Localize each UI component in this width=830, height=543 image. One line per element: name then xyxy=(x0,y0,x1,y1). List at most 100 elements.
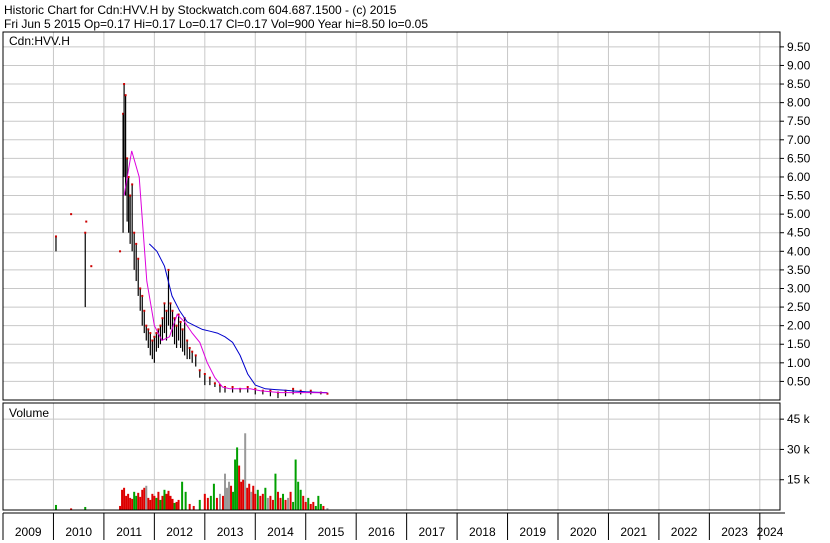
volume-bar xyxy=(279,497,282,510)
price-close-mark xyxy=(123,83,126,86)
x-axis-year-label: 2023 xyxy=(721,525,748,539)
price-close-mark xyxy=(194,354,197,357)
volume-bar xyxy=(135,495,138,510)
volume-bar xyxy=(261,493,264,510)
price-close-mark xyxy=(163,302,166,305)
x-axis-year-label: 2014 xyxy=(267,525,294,539)
volume-bar xyxy=(297,481,300,510)
volume-bar xyxy=(143,487,146,510)
volume-bar xyxy=(137,492,140,510)
volume-bar xyxy=(209,495,212,510)
volume-bar xyxy=(234,459,237,510)
volume-y-tick-label: 45 k xyxy=(787,412,811,426)
volume-bar xyxy=(133,491,136,510)
price-close-mark xyxy=(175,324,178,327)
price-y-tick-label: 1.00 xyxy=(787,356,811,370)
x-axis-year-label: 2022 xyxy=(671,525,698,539)
axis-labels: 0.50 1.00 1.50 2.00 2.50 3.00 3.50 4.00 4.50 5.00… xyxy=(9,34,811,539)
price-y-tick-label: 2.50 xyxy=(787,300,811,314)
price-y-tick-label: 3.50 xyxy=(787,263,811,277)
price-close-mark xyxy=(161,317,164,320)
price-close-mark xyxy=(129,194,132,197)
volume-bar xyxy=(302,495,305,510)
price-y-tick-label: 1.50 xyxy=(787,337,811,351)
price-y-tick-label: 2.00 xyxy=(787,319,811,333)
volume-bar xyxy=(149,499,152,510)
volume-bar xyxy=(165,493,168,510)
price-close-mark xyxy=(149,332,152,335)
price-close-mark xyxy=(208,376,211,379)
volume-bar xyxy=(259,495,262,510)
volume-bar xyxy=(304,501,307,510)
volume-bar xyxy=(250,491,253,510)
price-y-tick-label: 9.50 xyxy=(787,40,811,54)
volume-bar xyxy=(147,497,150,510)
volume-bar xyxy=(161,495,164,510)
price-close-mark xyxy=(135,242,138,245)
price-y-tick-label: 7.00 xyxy=(787,133,811,147)
price-panel-frame xyxy=(2,31,781,401)
volume-bar xyxy=(198,499,201,510)
volume-bar xyxy=(125,495,128,510)
price-close-mark xyxy=(181,328,184,331)
price-close-mark xyxy=(153,335,156,338)
price-y-tick-label: 8.00 xyxy=(787,96,811,110)
price-close-mark xyxy=(143,309,146,312)
volume-bar xyxy=(131,498,134,510)
price-y-tick-label: 3.00 xyxy=(787,281,811,295)
price-y-tick-label: 6.00 xyxy=(787,170,811,184)
price-close-mark xyxy=(231,385,234,388)
volume-bar xyxy=(184,491,187,510)
x-axis-year-label: 2009 xyxy=(15,525,42,539)
volume-bar xyxy=(173,502,176,510)
price-close-mark xyxy=(54,235,57,238)
price-close-mark xyxy=(145,324,148,327)
volume-bar xyxy=(292,501,295,510)
price-close-mark xyxy=(198,369,201,372)
volume-bar xyxy=(232,491,235,510)
x-axis-year-label: 2020 xyxy=(570,525,597,539)
x-axis-year-label: 2015 xyxy=(318,525,345,539)
price-close-mark xyxy=(159,324,162,327)
price-y-tick-label: 4.50 xyxy=(787,226,811,240)
volume-bar xyxy=(254,493,257,510)
volume-bar xyxy=(121,489,124,510)
volume-bar xyxy=(177,499,180,510)
volume-bar xyxy=(230,485,233,510)
price-close-mark xyxy=(155,332,158,335)
price-y-tick-label: 5.50 xyxy=(787,189,811,203)
volume-bar xyxy=(151,493,154,510)
grid-lines xyxy=(2,32,780,540)
volume-bar xyxy=(155,497,158,510)
x-axis-year-label: 2017 xyxy=(419,525,446,539)
volume-bar xyxy=(218,493,221,510)
price-close-mark xyxy=(191,350,194,353)
price-close-mark xyxy=(179,320,182,323)
volume-bar xyxy=(309,503,312,510)
volume-bar xyxy=(215,497,218,510)
chart-canvas: 0.50 1.00 1.50 2.00 2.50 3.00 3.50 4.00 4.50 5.00… xyxy=(2,31,811,540)
volume-bar xyxy=(119,505,122,510)
volume-bar xyxy=(141,489,144,510)
price-close-mark xyxy=(126,157,129,160)
price-y-tick-label: 0.50 xyxy=(787,374,811,388)
price-y-tick-label: 7.50 xyxy=(787,114,811,128)
volume-bar xyxy=(248,483,251,510)
volume-bar xyxy=(188,503,191,510)
price-close-mark xyxy=(213,382,216,385)
volume-bar xyxy=(153,495,156,510)
price-close-mark xyxy=(309,389,312,392)
volume-bar xyxy=(238,465,241,510)
price-close-mark xyxy=(84,231,87,234)
price-close-mark xyxy=(137,257,140,260)
volume-bar xyxy=(312,501,315,510)
price-y-tick-label: 5.00 xyxy=(787,207,811,221)
volume-bar xyxy=(282,493,285,510)
price-close-mark xyxy=(70,213,73,216)
volume-bar xyxy=(192,505,195,510)
volume-bar xyxy=(181,481,184,510)
price-close-mark xyxy=(90,265,93,268)
stock-chart: Historic Chart for Cdn:HVV.H by Stockwat… xyxy=(0,0,830,543)
x-axis-year-label: 2013 xyxy=(217,525,244,539)
price-close-mark xyxy=(133,231,136,234)
